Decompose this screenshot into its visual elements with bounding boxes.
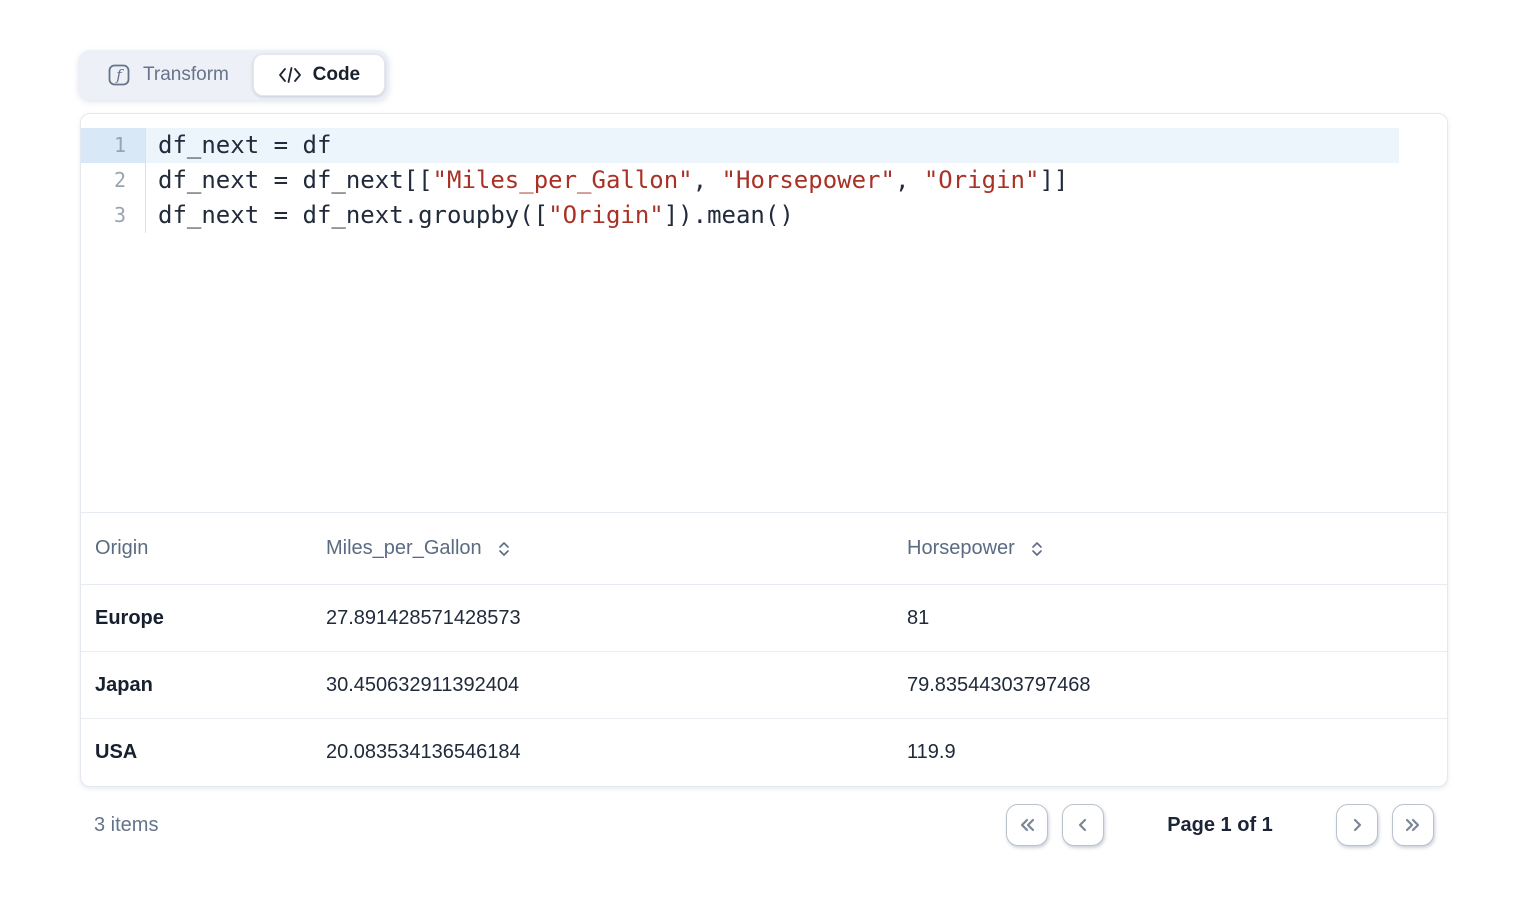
code-token: df_next = df_next[[ [158,166,433,194]
column-header-origin: Origin [81,537,326,560]
string-token: "Horsepower" [722,166,895,194]
tab-transform[interactable]: f Transform [78,50,253,100]
code-token: ]] [1039,166,1068,194]
column-header-horsepower[interactable]: Horsepower [907,537,1447,560]
tab-code-label: Code [313,64,361,86]
table-row: Japan 30.450632911392404 79.835443037974… [81,652,1447,719]
code-text[interactable]: df_next = df [146,128,1399,163]
cell-miles-per-gallon: 27.891428571428573 [326,607,907,630]
table-row: USA 20.083534136546184 119.9 [81,719,1447,786]
code-token: ]).mean() [664,201,794,229]
cell-origin: Japan [81,674,326,697]
table-header-row: Origin Miles_per_Gallon Horsepower [81,513,1447,585]
code-editor[interactable]: 1df_next = df2df_next = df_next[["Miles_… [81,114,1447,513]
svg-text:f: f [115,66,124,84]
pagination: Page 1 of 1 [1006,804,1434,846]
next-page-button[interactable] [1336,804,1378,846]
cell-horsepower: 119.9 [907,741,1447,764]
code-token: df_next = df_next.groupby([ [158,201,548,229]
chevron-left-icon [1073,815,1093,835]
column-header-label: Miles_per_Gallon [326,537,482,560]
cell-origin: USA [81,741,326,764]
tab-code[interactable]: Code [253,54,385,96]
line-number: 3 [81,198,146,233]
page-indicator: Page 1 of 1 [1104,814,1336,837]
column-header-label: Origin [95,537,148,559]
code-token: df_next = df [158,131,331,159]
code-text[interactable]: df_next = df_next[["Miles_per_Gallon", "… [146,163,1399,198]
first-page-button[interactable] [1006,804,1048,846]
tab-transform-label: Transform [143,64,229,86]
code-token: , [693,166,722,194]
string-token: "Origin" [924,166,1040,194]
code-icon [278,65,302,85]
string-token: "Miles_per_Gallon" [433,166,693,194]
string-token: "Origin" [548,201,664,229]
canvas: f Transform Code 1df_next = df2df_next =… [0,0,1516,918]
code-line[interactable]: 1 df_next = df [81,128,1447,163]
cell-origin: Europe [81,607,326,630]
cell-horsepower: 81 [907,607,1447,630]
table-footer: 3 items Page 1 of 1 [80,802,1448,848]
code-line[interactable]: 2df_next = df_next[["Miles_per_Gallon", … [81,163,1447,198]
cell-miles-per-gallon: 30.450632911392404 [326,674,907,697]
sort-icon[interactable] [496,539,512,559]
code-token: , [895,166,924,194]
line-number: 2 [81,163,146,198]
double-chevron-left-icon [1016,815,1038,835]
chevron-right-icon [1347,815,1367,835]
view-mode-toggle: f Transform Code [78,50,389,100]
items-count: 3 items [94,814,158,837]
table-row: Europe 27.891428571428573 81 [81,585,1447,652]
sort-icon[interactable] [1029,539,1045,559]
code-table-panel: 1df_next = df2df_next = df_next[["Miles_… [80,113,1448,787]
cell-horsepower: 79.83544303797468 [907,674,1447,697]
previous-page-button[interactable] [1062,804,1104,846]
function-icon: f [108,64,130,86]
code-line[interactable]: 3df_next = df_next.groupby(["Origin"]).m… [81,198,1447,233]
double-chevron-right-icon [1402,815,1424,835]
column-header-label: Horsepower [907,537,1015,560]
last-page-button[interactable] [1392,804,1434,846]
code-text[interactable]: df_next = df_next.groupby(["Origin"]).me… [146,198,1399,233]
column-header-miles-per-gallon[interactable]: Miles_per_Gallon [326,537,907,560]
cell-miles-per-gallon: 20.083534136546184 [326,741,907,764]
line-number: 1 [81,128,146,163]
